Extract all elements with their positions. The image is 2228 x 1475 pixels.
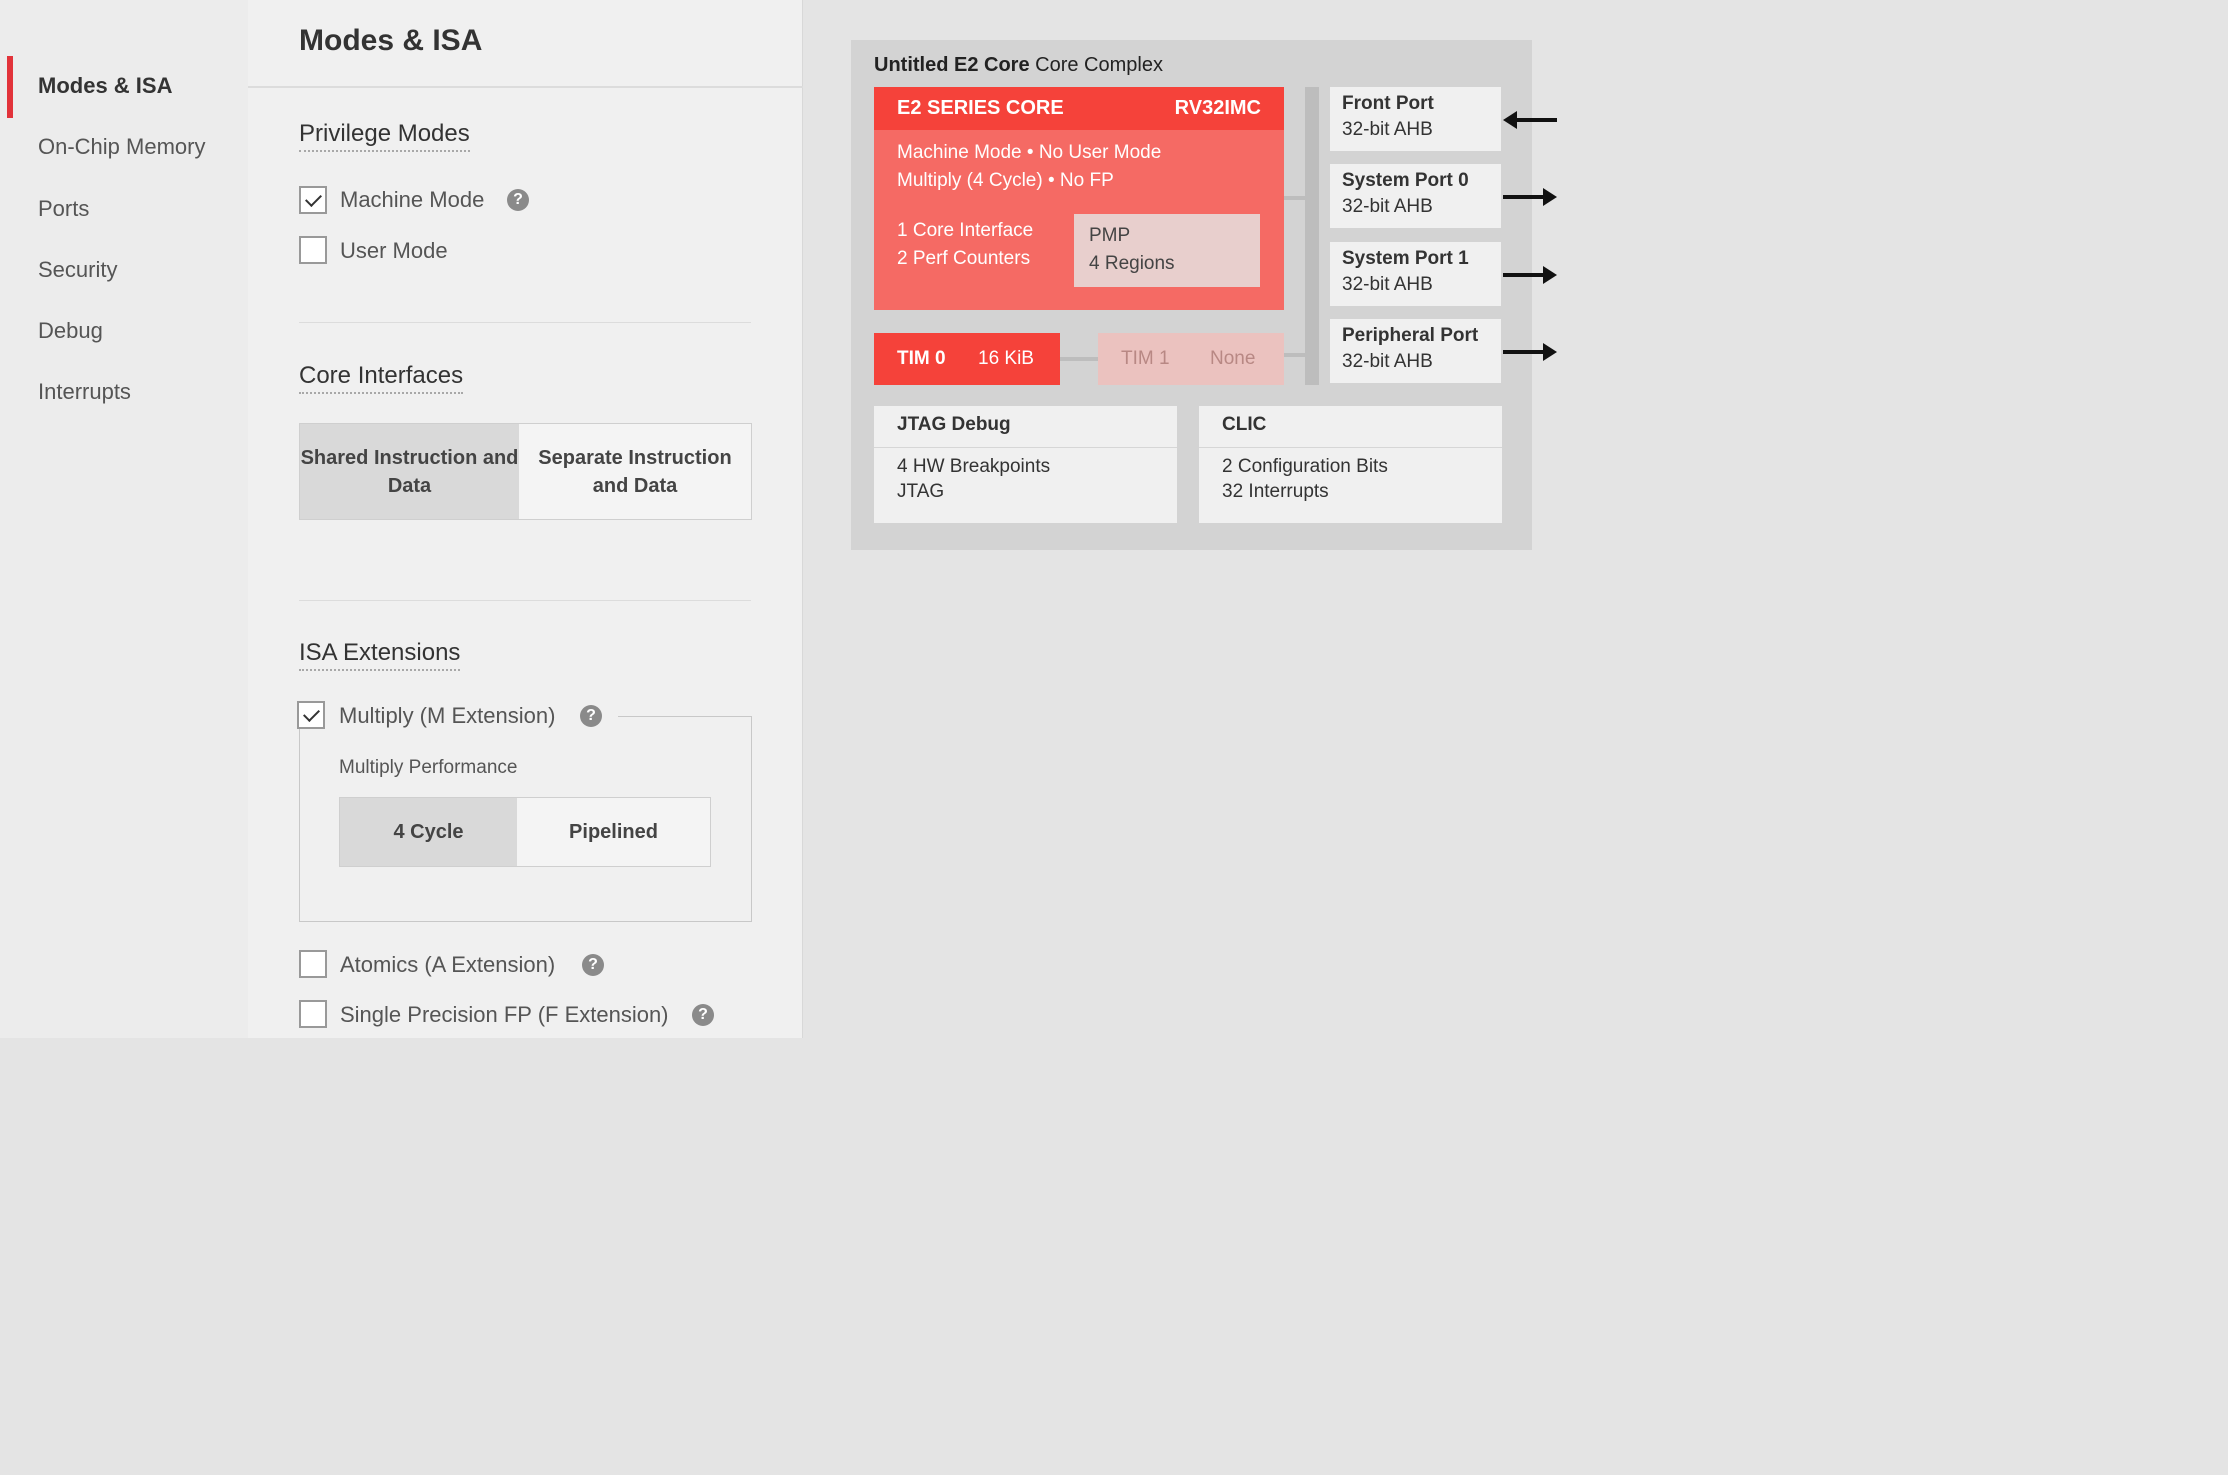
core-bus-connector (1284, 196, 1305, 200)
atomics-extension-label: Atomics (A Extension) (340, 952, 556, 977)
single-precision-fp-checkbox[interactable] (299, 1000, 327, 1028)
port-front: Front Port 32-bit AHB (1330, 87, 1501, 151)
sidebar-item-modes-isa[interactable]: Modes & ISA (38, 72, 172, 100)
option-pipelined[interactable]: Pipelined (517, 798, 710, 866)
help-icon[interactable]: ? (692, 1004, 714, 1026)
user-mode-label: User Mode (340, 238, 448, 263)
core-interface-count: 1 Core Interface (897, 220, 1034, 241)
section-title-privilege-modes: Privilege Modes (299, 120, 470, 152)
option-separate-instruction-data[interactable]: Separate Instruction and Data (519, 424, 751, 519)
single-precision-fp-label: Single Precision FP (F Extension) (340, 1002, 669, 1027)
core-interface-toggle: Shared Instruction and Data Separate Ins… (299, 423, 752, 520)
pmp-block: PMP 4 Regions (1074, 214, 1260, 287)
core-header: E2 SERIES CORE RV32IMC (874, 87, 1284, 130)
multiply-performance-label: Multiply Performance (339, 757, 518, 778)
help-icon[interactable]: ? (580, 705, 602, 727)
core-isa-string: RV32IMC (1174, 97, 1261, 119)
active-nav-indicator (7, 56, 13, 118)
panel-header: Modes & ISA (248, 0, 803, 88)
sidebar-item-debug[interactable]: Debug (38, 317, 103, 345)
machine-mode-checkbox[interactable] (299, 186, 327, 214)
port-bus-type: 32-bit AHB (1342, 351, 1433, 372)
section-divider (299, 600, 751, 601)
page-title: Modes & ISA (299, 24, 483, 57)
section-title-isa-extensions: ISA Extensions (299, 639, 461, 671)
core-multiply-line: Multiply (4 Cycle) • No FP (897, 170, 1114, 191)
tim1-name: TIM 1 (1121, 348, 1170, 369)
clic-config-bits: 2 Configuration Bits (1222, 456, 1388, 477)
diagram-title-suffix: Core Complex (1029, 54, 1163, 76)
port-peripheral: Peripheral Port 32-bit AHB (1330, 319, 1501, 383)
clic-block: CLIC 2 Configuration Bits 32 Interrupts (1199, 406, 1502, 523)
port-name: System Port 0 (1342, 170, 1469, 191)
core-series-name: E2 SERIES CORE (897, 97, 1064, 119)
tim1-size: None (1210, 348, 1256, 369)
atomics-extension-checkbox[interactable] (299, 950, 327, 978)
help-icon[interactable]: ? (582, 954, 604, 976)
jtag-breakpoints: 4 HW Breakpoints (897, 456, 1051, 477)
port-bus-type: 32-bit AHB (1342, 119, 1433, 140)
multiply-extension-checkbox[interactable] (297, 701, 325, 729)
checkmark-icon (303, 705, 320, 722)
tim0-name: TIM 0 (897, 348, 946, 369)
sidebar-nav: Modes & ISA On-Chip Memory Ports Securit… (0, 0, 248, 1038)
sidebar-item-on-chip-memory[interactable]: On-Chip Memory (38, 133, 205, 161)
section-divider (299, 322, 751, 323)
pmp-regions: 4 Regions (1089, 253, 1175, 274)
help-icon[interactable]: ? (507, 189, 529, 211)
block-header: JTAG Debug (874, 406, 1177, 448)
port-bus-type: 32-bit AHB (1342, 274, 1433, 295)
option-4-cycle[interactable]: 4 Cycle (340, 798, 517, 866)
port-name: System Port 1 (1342, 248, 1469, 269)
port-name: Peripheral Port (1342, 325, 1479, 346)
core-modes-line: Machine Mode • No User Mode (897, 142, 1162, 163)
tim-connector (1060, 357, 1098, 361)
clic-title: CLIC (1222, 414, 1267, 435)
port-name: Front Port (1342, 93, 1434, 114)
arrow-right-icon (1503, 343, 1557, 361)
diagram-title: Untitled E2 Core Core Complex (874, 54, 1163, 77)
user-mode-checkbox[interactable] (299, 236, 327, 264)
core-perf-counters: 2 Perf Counters (897, 248, 1031, 269)
tim0-block: TIM 0 16 KiB (874, 333, 1060, 385)
section-title-core-interfaces: Core Interfaces (299, 362, 464, 394)
tim1-bus-connector (1284, 353, 1305, 357)
port-system-1: System Port 1 32-bit AHB (1330, 242, 1501, 306)
machine-mode-label: Machine Mode (340, 187, 485, 212)
sidebar-item-ports[interactable]: Ports (38, 195, 89, 223)
core-body: Machine Mode • No User Mode Multiply (4 … (874, 130, 1284, 310)
arrow-right-icon (1503, 188, 1557, 206)
multiply-performance-toggle: 4 Cycle Pipelined (339, 797, 711, 867)
core-complex-diagram: Untitled E2 Core Core Complex E2 SERIES … (851, 40, 1532, 550)
jtag-title: JTAG Debug (897, 414, 1011, 435)
system-bus (1305, 87, 1319, 385)
checkmark-icon (305, 190, 322, 207)
config-panel: Modes & ISA Privilege Modes Machine Mode… (248, 0, 803, 1038)
tim1-block: TIM 1 None (1098, 333, 1284, 385)
sidebar-item-interrupts[interactable]: Interrupts (38, 378, 131, 406)
pmp-title: PMP (1089, 225, 1131, 246)
arrow-right-icon (1503, 266, 1557, 284)
jtag-interface: JTAG (897, 481, 945, 502)
sidebar-item-security[interactable]: Security (38, 256, 117, 284)
multiply-extension-label: Multiply (M Extension) (339, 703, 556, 728)
diagram-title-core-name: Untitled E2 Core (874, 54, 1030, 76)
jtag-debug-block: JTAG Debug 4 HW Breakpoints JTAG (874, 406, 1177, 523)
port-bus-type: 32-bit AHB (1342, 196, 1433, 217)
port-system-0: System Port 0 32-bit AHB (1330, 164, 1501, 228)
option-shared-instruction-data[interactable]: Shared Instruction and Data (300, 424, 519, 519)
arrow-left-icon (1503, 111, 1557, 129)
block-header: CLIC (1199, 406, 1502, 448)
clic-interrupts: 32 Interrupts (1222, 481, 1329, 502)
tim0-size: 16 KiB (978, 348, 1034, 369)
